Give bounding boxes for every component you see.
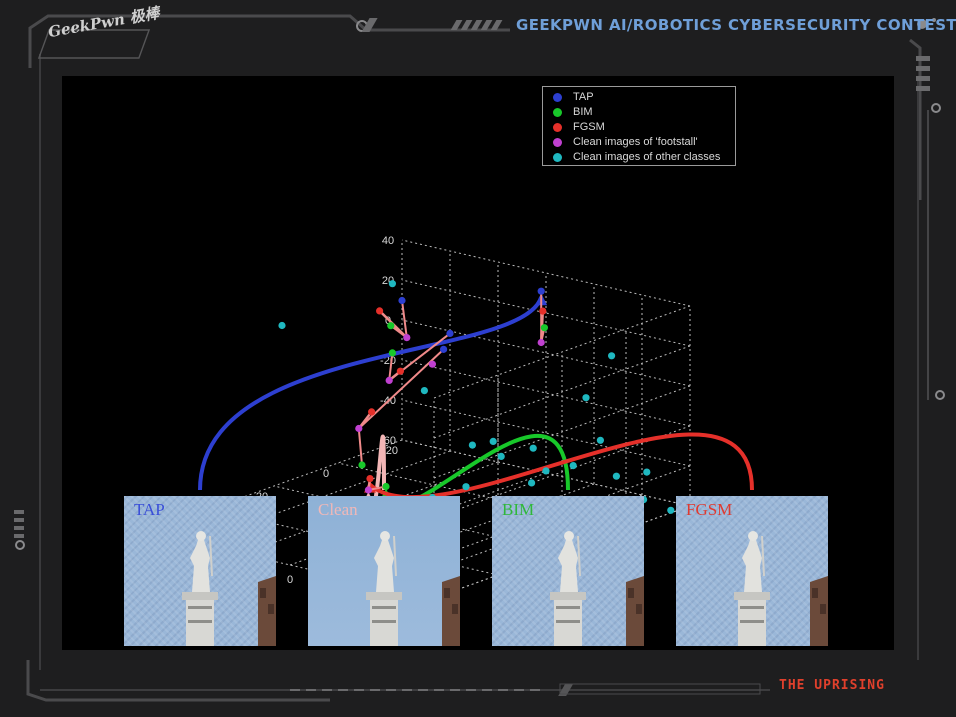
- image-label-bim: BIM: [502, 500, 535, 519]
- legend-marker: [553, 93, 562, 102]
- data-point: [358, 461, 366, 469]
- data-point: [420, 387, 428, 395]
- image-tap: TAP: [124, 496, 276, 646]
- legend-label: Clean images of 'footstall': [573, 136, 698, 148]
- image-clean: Clean: [308, 496, 460, 646]
- data-point: [667, 506, 675, 514]
- data-point: [385, 376, 393, 384]
- data-point: [440, 345, 448, 353]
- arrow-curve: [198, 296, 544, 491]
- data-point: [489, 437, 497, 445]
- data-point: [643, 468, 651, 476]
- data-point: [388, 280, 396, 288]
- data-point: [540, 324, 548, 332]
- data-point: [364, 486, 372, 494]
- legend-label: TAP: [573, 91, 594, 103]
- data-point: [388, 349, 396, 357]
- legend-label: Clean images of other classes: [573, 151, 721, 163]
- data-point: [462, 483, 470, 491]
- tick-label: 0: [323, 468, 329, 480]
- data-point: [539, 307, 547, 315]
- data-point: [528, 479, 536, 487]
- legend-label: BIM: [573, 106, 593, 118]
- contest-title: GEEKPWN AI/ROBOTICS CYBERSECURITY CONTES…: [516, 16, 956, 34]
- data-point: [382, 482, 390, 491]
- chart-legend: TAP BIM FGSM Clean images of 'footstall'…: [542, 86, 736, 166]
- data-point: [396, 367, 404, 375]
- legend-label: FGSM: [573, 121, 605, 133]
- data-point: [355, 424, 363, 433]
- grid-line: [433, 305, 691, 399]
- footer-tagline: THE UPRISING: [779, 678, 885, 693]
- data-point: [278, 321, 286, 330]
- data-point: [468, 441, 476, 449]
- slide-panel: 40200-20-40-60-40-2002040606040200-20-40…: [62, 76, 894, 650]
- data-point: [612, 472, 621, 480]
- image-label-fgsm: FGSM: [686, 500, 733, 519]
- data-point: [582, 394, 590, 402]
- trajectory-line: [357, 428, 363, 466]
- data-point: [596, 436, 605, 444]
- data-point: [376, 307, 384, 315]
- legend-marker: [553, 153, 562, 162]
- tick-label: 40: [382, 235, 394, 247]
- legend-marker: [553, 108, 562, 117]
- data-point: [529, 444, 537, 452]
- image-label-clean: Clean: [318, 500, 358, 519]
- legend-marker: [553, 123, 562, 132]
- data-point: [387, 322, 395, 330]
- data-point: [398, 296, 406, 305]
- data-point: [537, 338, 545, 347]
- image-label-tap: TAP: [134, 500, 165, 519]
- data-point: [537, 287, 545, 295]
- data-point: [368, 408, 376, 416]
- data-point: [446, 329, 454, 337]
- tick-label: 0: [287, 574, 293, 586]
- data-point: [542, 467, 550, 475]
- data-point: [497, 452, 505, 460]
- data-point: [403, 334, 411, 342]
- data-point: [428, 360, 436, 368]
- data-point: [569, 462, 577, 470]
- data-point: [608, 352, 616, 360]
- image-fgsm: FGSM: [676, 496, 828, 646]
- legend-marker: [553, 138, 562, 147]
- image-bim: BIM: [492, 496, 644, 646]
- data-point: [366, 475, 374, 483]
